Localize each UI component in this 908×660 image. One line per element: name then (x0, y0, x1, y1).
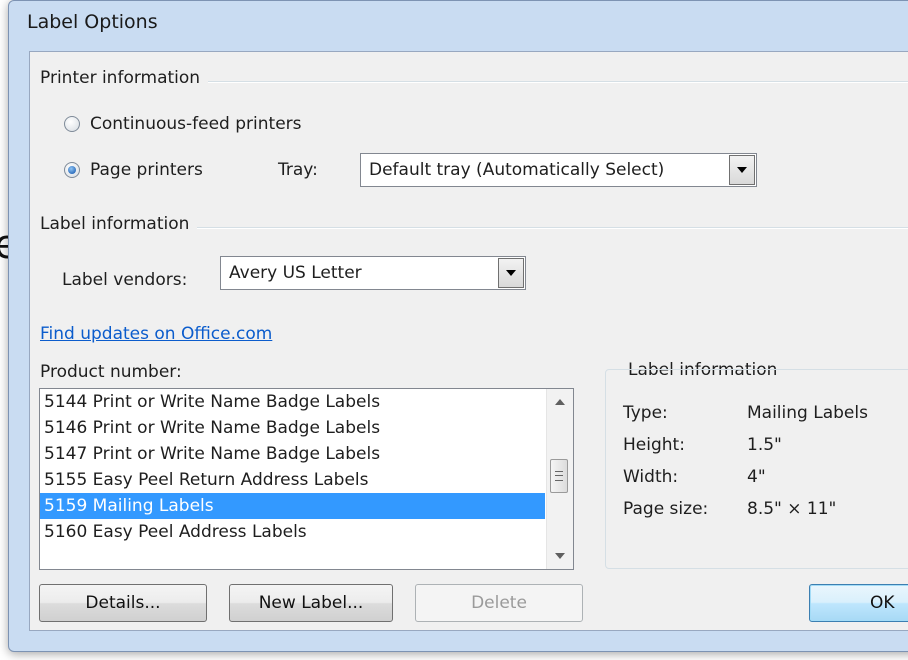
page-printers-label: Page printers (90, 160, 203, 180)
product-number-list[interactable]: 5144 Print or Write Name Badge Labels 51… (39, 388, 574, 570)
scroll-down-icon[interactable] (555, 553, 565, 559)
tray-select[interactable]: Default tray (Automatically Select) (360, 153, 757, 187)
width-key: Width: (623, 467, 679, 487)
radio-checked-icon (64, 162, 80, 178)
list-item[interactable]: 5146 Print or Write Name Badge Labels (40, 415, 545, 441)
chevron-down-icon (506, 270, 516, 276)
type-key: Type: (623, 403, 668, 423)
list-item-selected[interactable]: 5159 Mailing Labels (40, 493, 545, 519)
delete-button[interactable]: Delete (415, 584, 583, 622)
label-vendors-select[interactable]: Avery US Letter (220, 256, 526, 290)
label-options-dialog: Label Options Printer information Contin… (8, 0, 908, 652)
list-item[interactable]: 5160 Easy Peel Address Labels (40, 519, 545, 545)
details-button[interactable]: Details... (39, 584, 207, 622)
tray-label: Tray: (278, 160, 318, 180)
label-vendors-value: Avery US Letter (229, 263, 362, 283)
printer-info-label: Printer information (40, 68, 209, 88)
page-size-value: 8.5" × 11" (747, 499, 837, 519)
height-value: 1.5" (747, 435, 782, 455)
list-scrollbar[interactable] (546, 389, 573, 569)
list-item[interactable]: 5147 Print or Write Name Badge Labels (40, 441, 545, 467)
height-key: Height: (623, 435, 685, 455)
width-value: 4" (747, 467, 766, 487)
type-value: Mailing Labels (747, 403, 868, 423)
continuous-feed-radio[interactable]: Continuous-feed printers (64, 114, 302, 134)
new-label-button[interactable]: New Label... (229, 584, 393, 622)
find-updates-link[interactable]: Find updates on Office.com (40, 324, 272, 344)
scroll-up-icon[interactable] (555, 399, 565, 405)
page-size-key: Page size: (623, 499, 709, 519)
tray-select-value: Default tray (Automatically Select) (369, 160, 665, 180)
radio-unchecked-icon (64, 116, 80, 132)
ok-button[interactable]: OK (809, 584, 908, 622)
vendors-dropdown-button[interactable] (498, 258, 524, 288)
list-item[interactable]: 5155 Easy Peel Return Address Labels (40, 467, 545, 493)
scroll-thumb[interactable] (550, 459, 568, 493)
page-printers-radio[interactable]: Page printers (64, 160, 203, 180)
list-item[interactable]: 5144 Print or Write Name Badge Labels (40, 389, 545, 415)
tray-dropdown-button[interactable] (729, 155, 755, 185)
dialog-title: Label Options (27, 11, 158, 33)
label-vendors-label: Label vendors: (62, 270, 188, 290)
product-number-label: Product number: (40, 362, 182, 382)
continuous-feed-label: Continuous-feed printers (90, 114, 302, 134)
label-info-group-label: Label information (40, 214, 198, 234)
chevron-down-icon (737, 167, 747, 173)
